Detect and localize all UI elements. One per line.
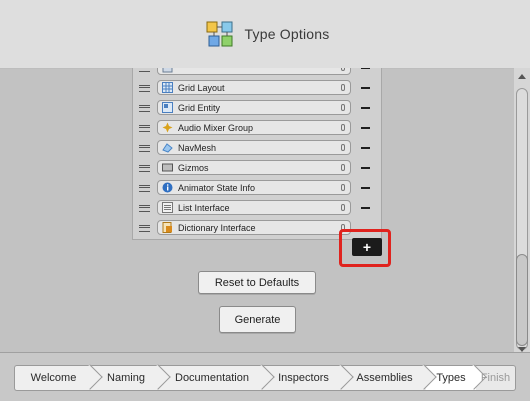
reset-to-defaults-button[interactable]: Reset to Defaults bbox=[198, 271, 316, 294]
type-field[interactable]: Grid Entity bbox=[157, 100, 351, 115]
step-documentation[interactable]: Documentation bbox=[160, 364, 275, 391]
remove-button[interactable] bbox=[361, 127, 370, 129]
scroll-thumb[interactable] bbox=[516, 254, 528, 346]
type-field[interactable]: Audio Mixer Group bbox=[157, 120, 351, 135]
list-item[interactable]: Audio Mixer Group bbox=[133, 118, 381, 138]
dictionary-icon bbox=[162, 222, 173, 233]
type-label: Grid Entity bbox=[178, 102, 221, 113]
type-label: Animator State Info bbox=[178, 182, 256, 193]
drag-handle[interactable] bbox=[139, 205, 150, 212]
remove-button[interactable] bbox=[361, 147, 370, 149]
remove-button[interactable] bbox=[361, 87, 370, 89]
selector-icon[interactable] bbox=[341, 68, 345, 71]
window-header: Type Options bbox=[0, 0, 530, 69]
gizmos-icon bbox=[162, 162, 173, 173]
remove-button[interactable] bbox=[361, 167, 370, 169]
selector-icon[interactable] bbox=[341, 184, 345, 191]
type-blocks-icon bbox=[205, 18, 237, 50]
remove-button[interactable] bbox=[361, 68, 370, 69]
drag-handle[interactable] bbox=[139, 105, 150, 112]
generate-button[interactable]: Generate bbox=[219, 306, 296, 333]
breadcrumb: Welcome Naming Documentation Inspectors … bbox=[14, 364, 516, 391]
drag-handle[interactable] bbox=[139, 125, 150, 132]
type-field[interactable]: NavMesh bbox=[157, 140, 351, 155]
drag-handle[interactable] bbox=[139, 68, 150, 72]
remove-button[interactable] bbox=[361, 207, 370, 209]
list-item[interactable] bbox=[133, 68, 381, 78]
type-field[interactable]: Grid Layout bbox=[157, 80, 351, 95]
list-item[interactable]: Gizmos bbox=[133, 158, 381, 178]
type-label: Audio Mixer Group bbox=[178, 122, 254, 133]
header-title-group: Type Options bbox=[205, 18, 330, 50]
remove-button[interactable] bbox=[361, 107, 370, 109]
drag-handle[interactable] bbox=[139, 165, 150, 172]
drag-handle[interactable] bbox=[139, 225, 150, 232]
navmesh-icon bbox=[162, 142, 173, 153]
remove-button[interactable] bbox=[361, 187, 370, 189]
step-naming[interactable]: Naming bbox=[92, 364, 171, 391]
type-label: Dictionary Interface bbox=[178, 222, 256, 233]
selector-icon[interactable] bbox=[341, 144, 345, 151]
vertical-scrollbar[interactable] bbox=[514, 68, 530, 358]
step-inspectors[interactable]: Inspectors bbox=[264, 364, 354, 391]
add-type-button[interactable]: + bbox=[352, 238, 382, 256]
list-item[interactable]: Grid Entity bbox=[133, 98, 381, 118]
drag-handle[interactable] bbox=[139, 145, 150, 152]
type-label: List Interface bbox=[178, 202, 230, 213]
wizard-steps-bar: Welcome Naming Documentation Inspectors … bbox=[0, 352, 530, 401]
page-title: Type Options bbox=[244, 26, 330, 42]
selector-icon[interactable] bbox=[341, 124, 345, 131]
list-item[interactable]: Animator State Info bbox=[133, 178, 381, 198]
list-item[interactable]: Grid Layout bbox=[133, 78, 381, 98]
type-label: Gizmos bbox=[178, 162, 209, 173]
grid-entity-icon bbox=[162, 102, 173, 113]
grid-layout-icon bbox=[162, 82, 173, 93]
type-list: Grid Layout Grid Entity Audio Mixer Grou… bbox=[132, 68, 382, 240]
selector-icon[interactable] bbox=[341, 104, 345, 111]
drag-handle[interactable] bbox=[139, 85, 150, 92]
type-field[interactable]: List Interface bbox=[157, 200, 351, 215]
step-welcome[interactable]: Welcome bbox=[14, 364, 103, 391]
type-label: NavMesh bbox=[178, 142, 217, 153]
drag-handle[interactable] bbox=[139, 185, 150, 192]
type-label: Grid Layout bbox=[178, 82, 225, 93]
step-finish[interactable]: Finish bbox=[476, 365, 516, 391]
step-assemblies[interactable]: Assemblies bbox=[343, 364, 437, 391]
list-item[interactable]: NavMesh bbox=[133, 138, 381, 158]
selector-icon[interactable] bbox=[341, 204, 345, 211]
component-icon bbox=[162, 68, 173, 73]
selector-icon[interactable] bbox=[341, 164, 345, 171]
type-field[interactable]: Dictionary Interface bbox=[157, 220, 351, 235]
type-field[interactable] bbox=[157, 68, 351, 75]
scroll-up-icon[interactable] bbox=[518, 74, 526, 79]
selector-icon[interactable] bbox=[341, 84, 345, 91]
list-item[interactable]: List Interface bbox=[133, 198, 381, 218]
info-icon bbox=[162, 182, 173, 193]
type-field[interactable]: Gizmos bbox=[157, 160, 351, 175]
list-icon bbox=[162, 202, 173, 213]
audio-mixer-icon bbox=[162, 122, 173, 133]
type-field[interactable]: Animator State Info bbox=[157, 180, 351, 195]
